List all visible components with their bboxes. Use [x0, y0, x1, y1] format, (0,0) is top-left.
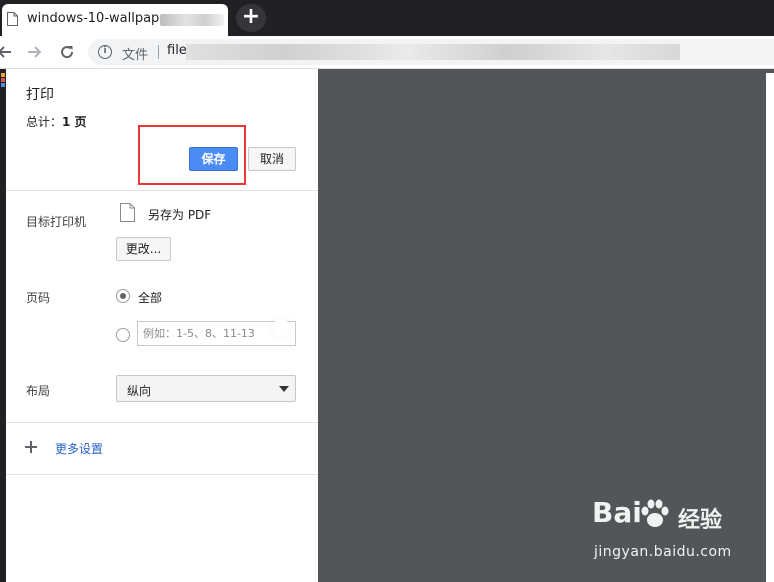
info-icon[interactable]: i	[98, 45, 112, 59]
pages-all-label: 全部	[138, 291, 163, 305]
reload-icon[interactable]	[56, 40, 78, 64]
input-overlay-circle	[272, 319, 290, 337]
change-destination-button[interactable]: 更改...	[116, 237, 171, 261]
window-edge-strip	[0, 69, 6, 582]
paw-icon	[641, 499, 669, 527]
address-url[interactable]: file	[167, 43, 187, 58]
file-icon	[120, 203, 135, 222]
chevron-down-icon	[279, 386, 289, 392]
tab-title-redacted	[160, 14, 224, 26]
preview-page-edge	[766, 73, 774, 582]
section-divider	[6, 190, 318, 191]
highlight-box	[138, 125, 246, 185]
page-total-value: 1 页	[62, 115, 87, 129]
address-scheme-label: 文件	[122, 48, 149, 63]
address-url-redacted	[186, 44, 680, 60]
browser-toolbar: i 文件 file	[0, 36, 774, 68]
pages-all-radio[interactable]	[116, 289, 130, 303]
plus-icon[interactable]	[25, 441, 37, 453]
layout-label: 布局	[26, 384, 51, 398]
layout-select-value: 纵向	[127, 384, 152, 398]
page-total-label: 总计：	[26, 115, 63, 129]
new-tab-button[interactable]: +	[236, 4, 266, 32]
print-sidebar: 打印 总计：1 页 保存 取消 目标打印机 另存为 PDF 更改... 页码 全…	[0, 69, 318, 582]
pages-custom-radio[interactable]	[116, 328, 130, 342]
print-title: 打印	[26, 87, 54, 103]
watermark-brand: Bai	[592, 496, 642, 529]
destination-value: 另存为 PDF	[148, 208, 212, 222]
layout-select[interactable]: 纵向	[116, 375, 296, 402]
arrow-right-icon[interactable]	[24, 40, 46, 64]
arrow-left-icon[interactable]	[0, 40, 16, 64]
tab-title: windows-10-wallpaper	[27, 11, 173, 26]
browser-tab[interactable]: windows-10-wallpaper	[2, 4, 228, 36]
section-divider	[6, 474, 318, 475]
destination-label: 目标打印机	[26, 215, 87, 229]
page-total: 总计：1 页	[26, 113, 87, 130]
tab-strip: windows-10-wallpaper +	[0, 0, 774, 36]
watermark-url: jingyan.baidu.com	[594, 544, 732, 560]
watermark-brand-suffix: 经验	[678, 508, 723, 533]
baidu-jingyan-watermark: Bai 经验 jingyan.baidu.com	[592, 496, 762, 572]
strip-dot	[1, 78, 5, 82]
strip-dot	[1, 83, 5, 87]
document-icon	[7, 12, 18, 26]
cancel-button[interactable]: 取消	[248, 147, 296, 171]
pages-label: 页码	[26, 291, 51, 305]
section-divider	[6, 422, 318, 423]
address-separator	[158, 45, 159, 59]
more-settings-link[interactable]: 更多设置	[55, 440, 103, 457]
strip-dot	[1, 73, 5, 77]
address-bar[interactable]: i 文件 file	[88, 39, 774, 65]
